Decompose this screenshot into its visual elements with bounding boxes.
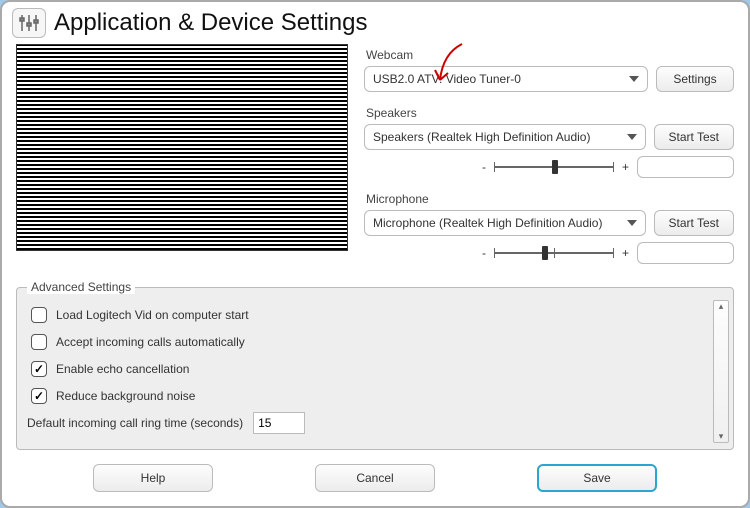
minus-label: - [482,246,486,260]
settings-window: Application & Device Settings Webcam USB… [0,0,750,508]
advanced-scrollbar[interactable]: ▴ ▾ [713,300,729,443]
opt-reduce-noise[interactable] [31,388,47,404]
opt-echo-cancel[interactable] [31,361,47,377]
webcam-label: Webcam [366,48,734,62]
minus-label: - [482,160,486,174]
opt-label: Load Logitech Vid on computer start [56,308,249,322]
footer: Help Cancel Save [2,450,748,492]
speakers-test-button[interactable]: Start Test [654,124,734,150]
device-panel: Webcam USB2.0 ATV: Video Tuner-0 Setting… [364,44,734,274]
chevron-down-icon: ▾ [719,431,724,442]
speakers-select[interactable]: Speakers (Realtek High Definition Audio) [364,124,646,150]
advanced-legend: Advanced Settings [27,280,135,294]
opt-label: Reduce background noise [56,389,195,403]
cancel-button[interactable]: Cancel [315,464,435,492]
speakers-label: Speakers [366,106,734,120]
chevron-up-icon: ▴ [719,301,724,312]
mic-meter [637,242,734,264]
plus-label: + [622,160,629,174]
plus-label: + [622,246,629,260]
page-title: Application & Device Settings [54,9,368,37]
ring-time-input[interactable] [253,412,305,434]
faders-icon [12,8,46,38]
header: Application & Device Settings [2,2,748,40]
mic-test-button[interactable]: Start Test [654,210,734,236]
mic-volume-slider[interactable] [494,245,614,261]
webcam-preview [16,44,348,251]
advanced-settings: Advanced Settings Load Logitech Vid on c… [16,280,734,450]
opt-auto-accept[interactable] [31,334,47,350]
help-button[interactable]: Help [93,464,213,492]
mic-select[interactable]: Microphone (Realtek High Definition Audi… [364,210,646,236]
opt-label: Enable echo cancellation [56,362,189,376]
webcam-select[interactable]: USB2.0 ATV: Video Tuner-0 [364,66,648,92]
opt-label: Accept incoming calls automatically [56,335,245,349]
save-button[interactable]: Save [537,464,657,492]
ring-time-label: Default incoming call ring time (seconds… [27,416,243,430]
opt-load-on-start[interactable] [31,307,47,323]
speakers-meter [637,156,734,178]
webcam-settings-button[interactable]: Settings [656,66,734,92]
mic-label: Microphone [366,192,734,206]
speakers-volume-slider[interactable] [494,159,614,175]
